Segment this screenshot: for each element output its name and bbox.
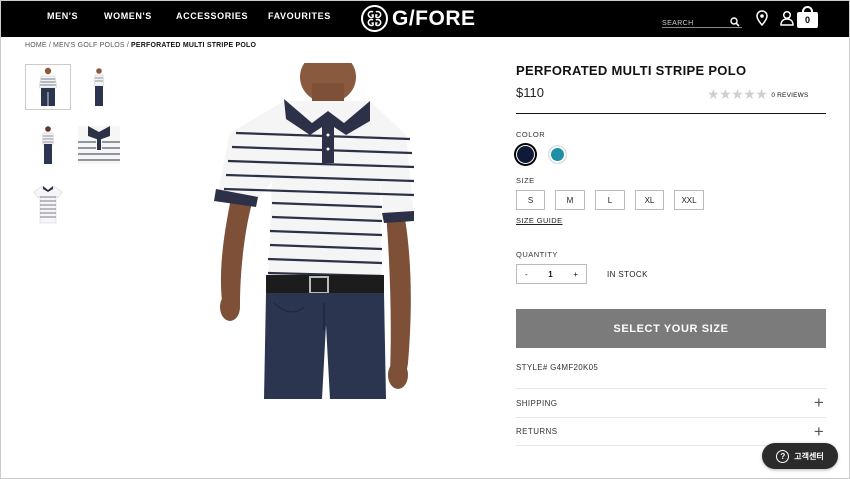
divider (516, 113, 826, 114)
stock-status: IN STOCK (607, 270, 648, 279)
nav-womens[interactable]: WOMEN'S (104, 11, 152, 21)
star-icon: ★ (743, 86, 756, 102)
size-option-m[interactable]: M (555, 190, 585, 210)
plus-icon[interactable]: + (812, 423, 826, 440)
rating-stars: ★★★★★ (707, 86, 768, 104)
user-icon[interactable] (780, 10, 794, 31)
accordion-label: RETURNS (516, 427, 558, 436)
quantity-stepper: - 1 + (516, 264, 587, 284)
product-main-image[interactable] (200, 51, 440, 399)
search-input[interactable] (662, 16, 724, 31)
color-swatch-teal[interactable] (548, 145, 567, 164)
quantity-increase-button[interactable]: + (573, 270, 578, 279)
color-label: COLOR (516, 130, 546, 139)
nav-accessories[interactable]: ACCESSORIES (176, 11, 248, 21)
product-rating[interactable]: ★★★★★ 0 REVIEWS (707, 86, 809, 104)
size-label: SIZE (516, 176, 535, 185)
quantity-decrease-button[interactable]: - (525, 270, 528, 279)
accordion-label: SHIPPING (516, 398, 558, 408)
style-number: STYLE# G4MF20K05 (516, 363, 599, 372)
thumbnail-detail[interactable] (76, 122, 122, 168)
size-guide-link[interactable]: SIZE GUIDE (516, 216, 563, 225)
select-size-button[interactable]: SELECT YOUR SIZE (516, 309, 826, 348)
accordion-returns[interactable]: RETURNS + (516, 417, 826, 446)
thumbnail-flat[interactable] (25, 181, 71, 227)
size-option-s[interactable]: S (516, 190, 545, 210)
site-header: MEN'S WOMEN'S ACCESSORIES FAVOURITES G/F… (0, 0, 850, 37)
customer-service-button[interactable]: ? 고객센터 (762, 443, 838, 469)
brand-logo[interactable]: G/FORE (361, 5, 476, 32)
accordion-shipping[interactable]: SHIPPING + (516, 388, 826, 417)
star-icon: ★ (707, 86, 720, 102)
breadcrumb: HOME / MEN'S GOLF POLOS / PERFORATED MULTI S… (25, 42, 256, 49)
search-box (662, 12, 742, 31)
plus-icon[interactable]: + (812, 394, 826, 411)
help-question-icon: ? (776, 449, 790, 463)
quantity-label: QUANTITY (516, 250, 558, 259)
product-title: PERFORATED MULTI STRIPE POLO (516, 63, 747, 78)
reviews-link[interactable]: 0 REVIEWS (771, 92, 808, 99)
color-swatch-navy[interactable] (516, 145, 535, 164)
size-option-l[interactable]: L (595, 190, 625, 210)
logo-text: G/FORE (392, 6, 476, 30)
cart-count: 0 (797, 12, 818, 28)
size-option-xl[interactable]: XL (635, 190, 664, 210)
nav-mens[interactable]: MEN'S (47, 11, 78, 21)
location-pin-icon[interactable] (756, 10, 768, 31)
star-icon: ★ (719, 86, 732, 102)
nav-favourites[interactable]: FAVOURITES (268, 11, 331, 21)
breadcrumb-current: PERFORATED MULTI STRIPE POLO (130, 42, 257, 49)
thumbnail-back[interactable] (25, 122, 71, 168)
breadcrumb-separator: / (126, 42, 129, 49)
star-icon: ★ (731, 86, 744, 102)
thumbnail-front[interactable] (25, 64, 71, 110)
breadcrumb-category[interactable]: MEN'S GOLF POLOS (53, 42, 125, 49)
breadcrumb-separator: / (48, 42, 51, 49)
size-option-xxl[interactable]: XXL (674, 190, 704, 210)
product-price: $110 (516, 85, 544, 100)
customer-service-label: 고객센터 (794, 451, 824, 461)
logo-emblem-icon (361, 5, 388, 32)
search-icon[interactable] (730, 14, 740, 32)
quantity-value[interactable]: 1 (548, 270, 552, 279)
thumbnail-side[interactable] (76, 64, 122, 110)
star-icon: ★ (755, 86, 768, 102)
breadcrumb-home[interactable]: HOME (25, 42, 47, 49)
shopping-bag-icon[interactable]: 0 (797, 6, 818, 28)
